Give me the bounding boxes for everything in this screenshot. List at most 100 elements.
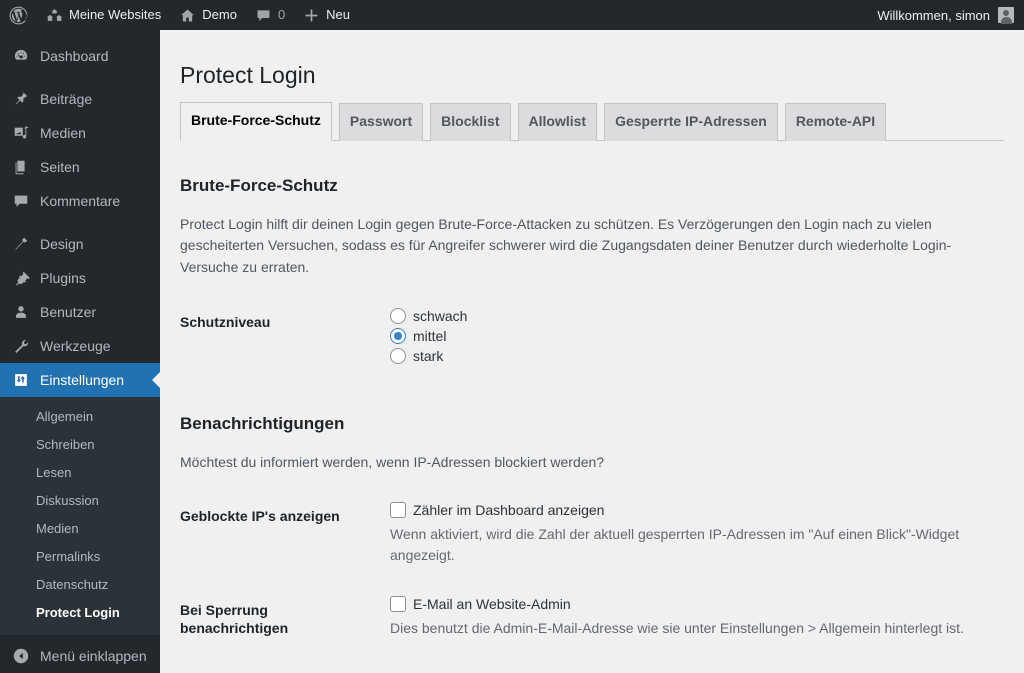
schutzniveau-options: schwach mittel stark bbox=[380, 293, 1015, 379]
sidebar-item-dashboard-label: Dashboard bbox=[40, 48, 109, 64]
submenu-item-protect-login[interactable]: Protect Login bbox=[0, 599, 160, 627]
appearance-icon bbox=[11, 235, 31, 253]
collapse-menu-label: Menü einklappen bbox=[40, 648, 147, 664]
sidebar-item-posts-label: Beiträge bbox=[40, 91, 93, 107]
adminbar-new-content-label: Neu bbox=[326, 7, 351, 22]
adminbar-greeting: Willkommen, simon bbox=[877, 7, 990, 23]
checkbox-email-admin-input[interactable] bbox=[390, 596, 406, 613]
comment-icon bbox=[255, 7, 272, 24]
geblockte-ips-description: Wenn aktiviert, wird die Zahl der aktuel… bbox=[390, 526, 960, 564]
radio-schwach-input[interactable] bbox=[390, 307, 406, 324]
adminbar-wordpress-logo[interactable] bbox=[0, 0, 37, 30]
sidebar-item-users[interactable]: Benutzer bbox=[0, 295, 160, 329]
admin-sidebar-menu: Dashboard Beiträge Medien Seiten Komment… bbox=[0, 30, 160, 673]
radio-schwach-label: schwach bbox=[413, 307, 468, 324]
avatar bbox=[998, 7, 1014, 24]
adminbar-site-name[interactable]: Demo bbox=[170, 0, 246, 30]
tab-bar: Brute-Force-Schutz Passwort Blocklist Al… bbox=[180, 101, 1004, 141]
menu-top-spacer bbox=[0, 30, 160, 39]
adminbar-comments[interactable]: 0 bbox=[246, 0, 294, 30]
radio-mittel-input[interactable] bbox=[390, 327, 406, 344]
radio-stark-label: stark bbox=[413, 347, 444, 364]
notifications-description: Möchtest du informiert werden, wenn IP-A… bbox=[180, 453, 605, 470]
sidebar-item-dashboard[interactable]: Dashboard bbox=[0, 39, 160, 73]
radio-mittel-label: mittel bbox=[413, 327, 447, 344]
geblockte-ips-field: Zähler im Dashboard anzeigen Wenn aktivi… bbox=[380, 487, 1015, 581]
sidebar-item-pages-label: Seiten bbox=[40, 159, 80, 175]
pin-icon bbox=[11, 90, 31, 108]
admin-bar: Meine Websites Demo 0 Neu Willkommen, si… bbox=[0, 0, 1024, 30]
table-row-bei-sperrung: Bei Sperrung benachrichtigen E-Mail an W… bbox=[180, 581, 1015, 657]
radio-stark-input[interactable] bbox=[390, 347, 406, 364]
tab-passwort[interactable]: Passwort bbox=[338, 102, 424, 141]
checkbox-row-zaehler[interactable]: Zähler im Dashboard anzeigen bbox=[390, 502, 1005, 519]
sidebar-item-comments[interactable]: Kommentare bbox=[0, 184, 160, 218]
main-content: Protect Login Brute-Force-Schutz Passwor… bbox=[160, 30, 1024, 673]
adminbar-new-content[interactable]: Neu bbox=[294, 0, 359, 30]
geblockte-ips-label: Geblockte IP's anzeigen bbox=[180, 508, 340, 525]
submenu-item-diskussion[interactable]: Diskussion bbox=[0, 487, 160, 515]
checkbox-email-admin-label: E-Mail an Website-Admin bbox=[413, 596, 571, 613]
sidebar-item-settings-label: Einstellungen bbox=[40, 372, 125, 388]
submenu-item-datenschutz[interactable]: Datenschutz bbox=[0, 571, 160, 599]
gescheiterte-versuche-field: Nach wie vielen gescheiterten Versuchen … bbox=[380, 658, 1015, 673]
tab-blocklist[interactable]: Blocklist bbox=[430, 102, 511, 141]
pages-icon bbox=[11, 158, 31, 176]
tab-brute-force-schutz[interactable]: Brute-Force-Schutz bbox=[180, 101, 332, 141]
tab-gesperrte-ip-adressen[interactable]: Gesperrte IP-Adressen bbox=[604, 102, 778, 141]
sidebar-item-media[interactable]: Medien bbox=[0, 116, 160, 150]
sidebar-item-media-label: Medien bbox=[40, 125, 86, 141]
radio-option-mittel[interactable]: mittel bbox=[390, 327, 1005, 344]
home-icon bbox=[179, 7, 196, 24]
table-row-geblockte-ips: Geblockte IP's anzeigen Zähler im Dashbo… bbox=[180, 487, 1015, 581]
submenu-item-lesen[interactable]: Lesen bbox=[0, 459, 160, 487]
checkbox-row-email-admin[interactable]: E-Mail an Website-Admin bbox=[390, 596, 1005, 613]
menu-separator-2 bbox=[0, 218, 160, 227]
tab-remote-api[interactable]: Remote-API bbox=[784, 102, 887, 141]
arrow-left-circle-icon bbox=[11, 647, 31, 665]
notifications-form-table: Geblockte IP's anzeigen Zähler im Dashbo… bbox=[180, 487, 1015, 673]
dashboard-icon bbox=[11, 47, 31, 65]
sidebar-item-appearance-label: Design bbox=[40, 236, 84, 252]
sidebar-item-tools[interactable]: Werkzeuge bbox=[0, 329, 160, 363]
bei-sperrung-label: Bei Sperrung benachrichtigen bbox=[180, 602, 289, 637]
media-icon bbox=[11, 124, 31, 142]
adminbar-my-sites[interactable]: Meine Websites bbox=[37, 0, 170, 30]
submenu-item-medien[interactable]: Medien bbox=[0, 515, 160, 543]
schutzniveau-label: Schutzniveau bbox=[180, 313, 271, 330]
sidebar-item-users-label: Benutzer bbox=[40, 304, 97, 320]
adminbar-my-sites-label: Meine Websites bbox=[69, 7, 162, 22]
wordpress-logo-icon bbox=[9, 6, 28, 25]
settings-submenu: Allgemein Schreiben Lesen Diskussion Med… bbox=[0, 397, 160, 635]
sidebar-item-tools-label: Werkzeuge bbox=[40, 338, 111, 354]
sidebar-item-plugins[interactable]: Plugins bbox=[0, 261, 160, 295]
checkbox-zaehler-label: Zähler im Dashboard anzeigen bbox=[413, 502, 605, 519]
tab-allowlist[interactable]: Allowlist bbox=[517, 102, 598, 141]
sidebar-item-pages[interactable]: Seiten bbox=[0, 150, 160, 184]
settings-icon bbox=[11, 371, 31, 389]
table-row-gescheiterte-versuche: Gescheiterte Versuche bis zur Benachrich… bbox=[180, 658, 1015, 673]
sidebar-item-comments-label: Kommentare bbox=[40, 193, 121, 209]
sidebar-item-settings[interactable]: Einstellungen bbox=[0, 363, 160, 397]
radio-option-stark[interactable]: stark bbox=[390, 347, 1005, 364]
sidebar-item-posts[interactable]: Beiträge bbox=[0, 82, 160, 116]
adminbar-account[interactable]: Willkommen, simon bbox=[877, 7, 1024, 24]
bei-sperrung-field: E-Mail an Website-Admin Dies benutzt die… bbox=[380, 581, 1015, 657]
adminbar-comments-count: 0 bbox=[277, 7, 286, 22]
radio-option-schwach[interactable]: schwach bbox=[390, 307, 1005, 324]
page-title: Protect Login bbox=[180, 62, 316, 88]
sites-icon bbox=[46, 7, 63, 24]
plugins-icon bbox=[11, 269, 31, 287]
comment-icon bbox=[11, 192, 31, 210]
users-icon bbox=[11, 303, 31, 321]
submenu-item-schreiben[interactable]: Schreiben bbox=[0, 431, 160, 459]
submenu-item-allgemein[interactable]: Allgemein bbox=[0, 403, 160, 431]
settings-wrap: Protect Login Brute-Force-Schutz Passwor… bbox=[160, 30, 1024, 673]
adminbar-site-name-label: Demo bbox=[202, 7, 237, 22]
brute-force-description: Protect Login hilft dir deinen Login geg… bbox=[180, 215, 952, 276]
collapse-menu-button[interactable]: Menü einklappen bbox=[0, 639, 160, 673]
sidebar-item-appearance[interactable]: Design bbox=[0, 227, 160, 261]
checkbox-zaehler-input[interactable] bbox=[390, 502, 406, 519]
submenu-item-permalinks[interactable]: Permalinks bbox=[0, 543, 160, 571]
brute-force-heading: Brute-Force-Schutz bbox=[180, 175, 338, 195]
